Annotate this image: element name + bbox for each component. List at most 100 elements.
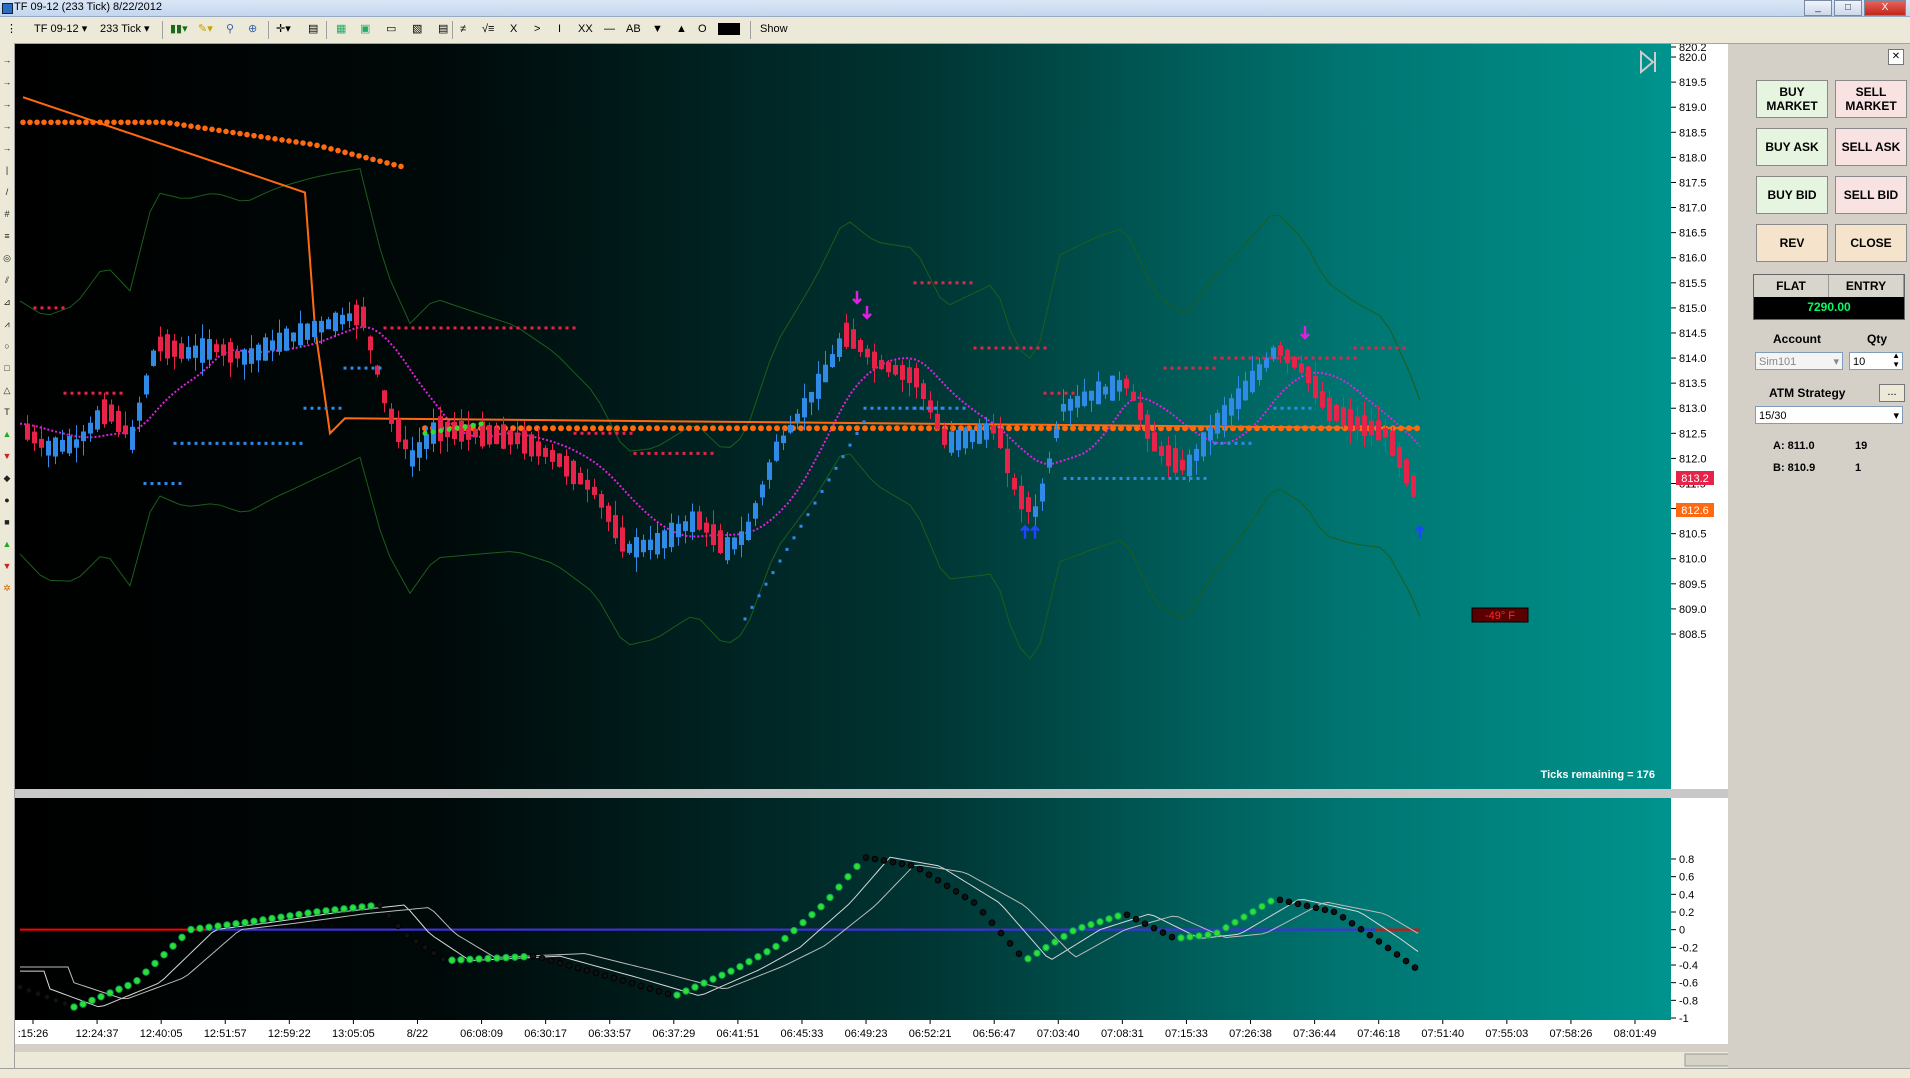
tool-ellipse-icon[interactable]: ○ (2, 341, 12, 351)
orange-ma-dot (1086, 425, 1092, 432)
tool-circle-icon[interactable]: ◎ (2, 253, 12, 263)
account-select[interactable]: Sim101 ▾ (1755, 352, 1843, 370)
tool-down-arrow-icon[interactable]: ▼ (2, 451, 12, 461)
buy-market-button[interactable]: BUY MARKET (1756, 80, 1828, 118)
panel-close-icon[interactable]: ✕ (1888, 49, 1904, 65)
properties-icon[interactable]: ▭ (384, 21, 398, 38)
red-stop-dot (1177, 366, 1181, 370)
stepper-arrows-icon[interactable]: ▲ ▼ (1892, 351, 1900, 369)
draw-tool-9[interactable]: ▲ (674, 21, 689, 38)
down-candle (942, 428, 947, 445)
tool-arrow-icon[interactable]: → (2, 77, 12, 87)
price-tick-label: 820.0 (1679, 52, 1707, 64)
draw-tool-2[interactable]: X (508, 21, 519, 38)
close-window-button[interactable]: X (1864, 0, 1906, 16)
up-candle (823, 364, 828, 383)
red-stop-dot (1220, 356, 1224, 360)
tool-settings-icon[interactable]: ✲ (2, 583, 12, 593)
blue-stop-dot (1301, 406, 1305, 410)
draw-tool-3[interactable]: > (532, 21, 542, 38)
tool-pitch-icon[interactable]: ⫽ (2, 275, 12, 285)
up-candle (1054, 428, 1059, 439)
sell-ask-button[interactable]: SELL ASK (1835, 128, 1907, 166)
panel-splitter[interactable] (15, 789, 1728, 798)
bar-type-icon[interactable]: ▮▮▾ (168, 21, 190, 38)
up-candle (284, 328, 289, 351)
tool-triangle-up-icon[interactable]: ▲ (2, 539, 12, 549)
minimize-button[interactable]: _ (1804, 0, 1832, 16)
tool-square-icon[interactable]: ■ (2, 517, 12, 527)
indicators-icon[interactable]: ▦ (334, 21, 348, 38)
blue-stop-dot (1161, 476, 1165, 480)
reverse-button[interactable]: REV (1756, 224, 1828, 262)
tool-arrow-icon[interactable]: → (2, 55, 12, 65)
sell-bid-button[interactable]: SELL BID (1835, 176, 1907, 214)
instrument-selector[interactable]: TF 09-12 ▾ (32, 21, 89, 38)
strategies-icon[interactable]: ▣ (358, 21, 372, 38)
buy-ask-button[interactable]: BUY ASK (1756, 128, 1828, 166)
orange-ma-dot (878, 425, 884, 432)
tool-arrow-icon[interactable]: → (2, 143, 12, 153)
scrollbar-thumb[interactable] (1684, 1053, 1728, 1067)
draw-tool-6[interactable]: — (602, 21, 617, 38)
price-chart[interactable]: 820.2820.0819.5819.0818.5818.0817.5817.0… (15, 44, 1728, 1068)
draw-tool-4[interactable]: I (556, 21, 563, 38)
qty-stepper[interactable]: 10 ▲ ▼ (1849, 351, 1903, 370)
blue-stop-dot (750, 605, 754, 609)
chart-area[interactable]: 820.2 820.0 819.5 819.0 818.5 818.0 817.5 817.0… (15, 44, 1728, 1068)
draw-tool-7[interactable]: AB (624, 21, 643, 38)
orange-ma-dot (606, 425, 612, 432)
zoom-icon[interactable]: ⊕ (246, 21, 259, 38)
tool-diamond-icon[interactable]: ◆ (2, 473, 12, 483)
red-stop-dot (1353, 356, 1357, 360)
buy-bid-button[interactable]: BUY BID (1756, 176, 1828, 214)
tool-rectangle-icon[interactable]: □ (2, 363, 12, 373)
data-box-icon[interactable]: ▤ (306, 21, 320, 38)
tool-grid-icon[interactable]: # (2, 209, 12, 219)
blue-stop-dot (1084, 476, 1088, 480)
draw-tool-1[interactable]: √≡ (480, 21, 496, 38)
maximize-button[interactable]: □ (1834, 0, 1862, 16)
orange-dot (293, 139, 299, 145)
templates-icon[interactable]: ▧ (410, 21, 424, 38)
pencil-icon[interactable]: ✎▾ (196, 21, 215, 38)
blue-stop-dot (841, 455, 845, 459)
down-candle (396, 418, 401, 443)
tool-arrow-icon[interactable]: → (2, 99, 12, 109)
atm-options-button[interactable]: ... (1879, 384, 1905, 402)
tool-up-arrow-icon[interactable]: ▲ (2, 429, 12, 439)
up-candle (774, 441, 779, 461)
sell-market-button[interactable]: SELL MARKET (1835, 80, 1907, 118)
tool-line-icon[interactable]: | (2, 165, 12, 175)
up-candle (739, 531, 744, 545)
print-icon[interactable]: ▤ (436, 21, 450, 38)
tool-arrow-icon[interactable]: → (2, 121, 12, 131)
link-icon[interactable]: ⚲ (224, 21, 236, 38)
tool-triangle-icon[interactable]: △ (2, 385, 12, 395)
tool-fib-icon[interactable]: ≡ (2, 231, 12, 241)
close-position-button[interactable]: CLOSE (1835, 224, 1907, 262)
tool-triangle-down-icon[interactable]: ▼ (2, 561, 12, 571)
price-tick-label: 816.5 (1679, 228, 1707, 240)
tool-fork-icon[interactable]: ⩘ (2, 319, 12, 329)
draw-tool-8[interactable]: ▼ (650, 21, 665, 38)
tool-dot-icon[interactable]: ● (2, 495, 12, 505)
orange-dot (335, 147, 341, 154)
draw-tool-10[interactable]: O (696, 21, 709, 38)
tool-ray-icon[interactable]: / (2, 187, 12, 197)
oscillator-rising-dot (844, 873, 852, 881)
crosshair-icon[interactable]: ✛▾ (274, 21, 293, 38)
draw-tool-0[interactable]: ≠ (458, 21, 468, 38)
horizontal-scrollbar[interactable] (15, 1052, 1728, 1068)
atm-strategy-select[interactable]: 15/30 ▾ (1755, 406, 1903, 424)
up-candle (1236, 388, 1241, 410)
show-button[interactable]: Show (758, 21, 790, 38)
oscillator-falling-dot (43, 993, 51, 1001)
tool-gann-icon[interactable]: ⊿ (2, 297, 12, 307)
interval-selector[interactable]: 233 Tick ▾ (98, 21, 152, 38)
down-candle (536, 441, 541, 457)
draw-tool-5[interactable]: XX (576, 21, 595, 38)
tool-text-icon[interactable]: T (2, 407, 12, 417)
color-swatch[interactable] (718, 23, 740, 35)
orange-ma-dot (1102, 425, 1108, 432)
